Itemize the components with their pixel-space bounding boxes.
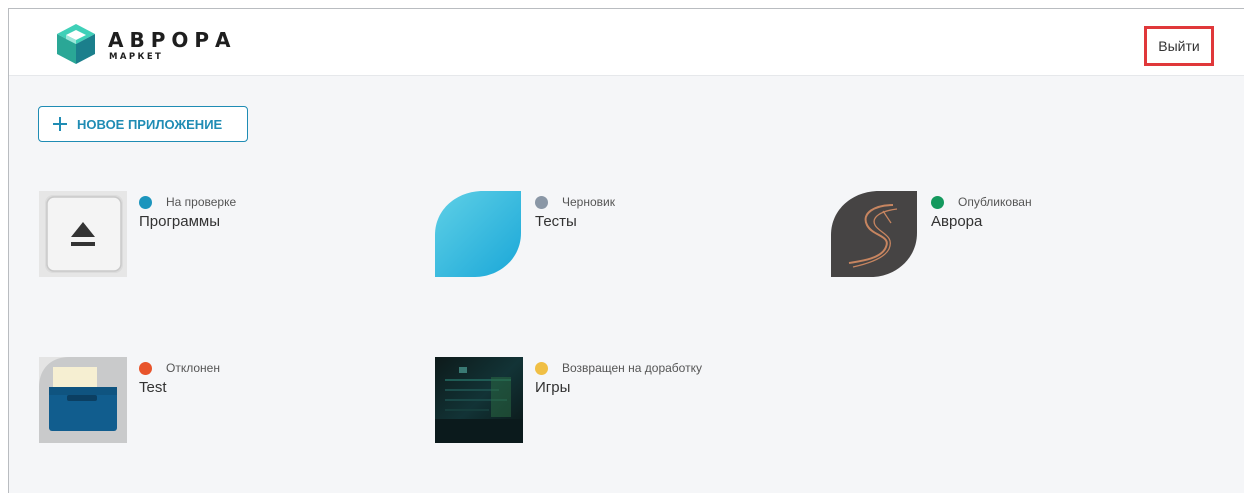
logout-button[interactable]: Выйти — [1144, 26, 1214, 66]
status-badge: Отклонен — [139, 361, 220, 375]
status-text: Возвращен на доработку — [562, 361, 702, 375]
leaf-icon — [435, 191, 521, 277]
top-bar: АВРОРА МАРКЕТ Выйти — [9, 9, 1244, 76]
status-dot — [139, 195, 152, 209]
status-dot — [139, 361, 152, 375]
status-text: Черновик — [562, 195, 615, 209]
brand-title: АВРОРА — [108, 28, 237, 52]
app-card-avrora[interactable]: Опубликован Аврора — [831, 191, 1151, 281]
app-card-igry[interactable]: Возвращен на доработку Игры — [435, 357, 755, 447]
status-dot — [931, 195, 944, 209]
app-window: АВРОРА МАРКЕТ Выйти НОВОЕ ПРИЛОЖЕНИЕ На … — [8, 8, 1244, 493]
app-card-test[interactable]: Отклонен Test — [39, 357, 359, 447]
status-text: Опубликован — [958, 195, 1032, 209]
new-app-label: НОВОЕ ПРИЛОЖЕНИЕ — [77, 116, 223, 132]
aurora-market-logo[interactable]: АВРОРА МАРКЕТ — [55, 22, 255, 66]
status-badge: Возвращен на доработку — [535, 361, 702, 375]
status-text: Отклонен — [166, 361, 220, 375]
cube-logo-icon — [57, 24, 95, 64]
status-dot — [535, 195, 548, 209]
app-card-programmy[interactable]: На проверке Программы — [39, 191, 359, 281]
app-name: Test — [139, 379, 167, 396]
plus-icon — [53, 117, 67, 131]
status-text: На проверке — [166, 195, 237, 209]
app-name: Аврора — [931, 213, 983, 230]
status-badge: Черновик — [535, 195, 615, 209]
new-app-button[interactable]: НОВОЕ ПРИЛОЖЕНИЕ — [38, 106, 248, 142]
aurora-s-icon — [831, 191, 917, 277]
eject-icon — [39, 191, 127, 277]
app-name: Программы — [139, 213, 221, 230]
app-name: Тесты — [535, 213, 577, 230]
brand-subtitle: МАРКЕТ — [109, 52, 164, 62]
status-badge: Опубликован — [931, 195, 1032, 209]
app-name: Игры — [535, 379, 571, 396]
status-badge: На проверке — [139, 195, 236, 209]
folder-icon — [39, 357, 127, 443]
screenshot-thumbnail-icon — [435, 357, 523, 443]
app-card-testy[interactable]: Черновик Тесты — [435, 191, 755, 281]
status-dot — [535, 361, 548, 375]
